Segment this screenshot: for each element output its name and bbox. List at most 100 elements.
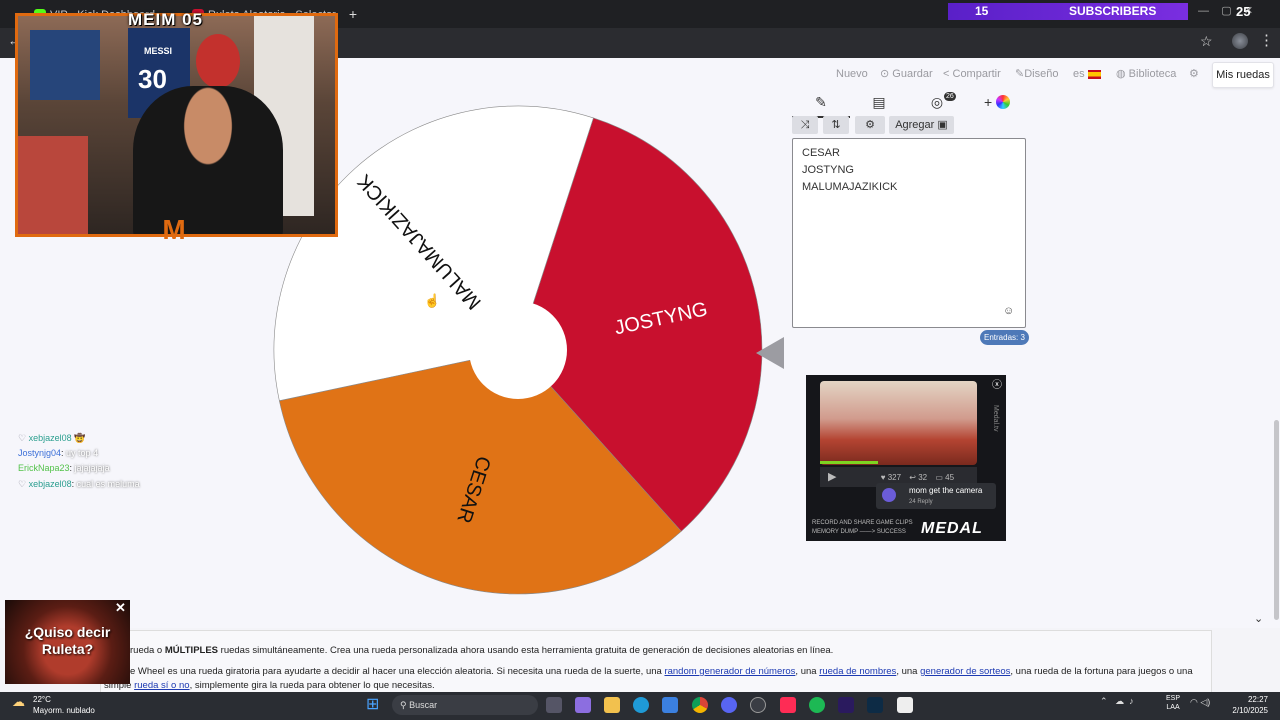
link-raffle-generator[interactable]: generador de sorteos [920, 666, 1010, 677]
new-tab-button[interactable]: + [344, 4, 362, 24]
tab-results[interactable]: ▤ 26 [850, 88, 956, 116]
chevron-down-icon[interactable]: ⌄ [1254, 612, 1263, 625]
ad-tagline-1: RECORD AND SHARE GAME CLIPS [812, 520, 913, 526]
page-scrollbar[interactable] [1274, 420, 1279, 620]
nuevo-button[interactable]: Nuevo [836, 68, 868, 80]
promo-text: ¿Quiso decir Ruleta? [24, 624, 111, 657]
profile-avatar[interactable] [1232, 33, 1248, 49]
photoshop-icon[interactable] [867, 697, 883, 713]
cloud-sync-icon: ☁ [1115, 696, 1125, 706]
advanced-settings-button[interactable]: ⚙ [855, 116, 885, 134]
jersey-name: MESSI [144, 46, 173, 56]
copilot-icon[interactable] [575, 697, 591, 713]
pencil-icon: ✎ [815, 94, 827, 110]
settings-gear-icon[interactable]: ⚙ [1189, 68, 1199, 80]
entries-count-badge: Entradas: 3 [980, 330, 1029, 345]
plus-icon: + [983, 94, 993, 110]
wheel-center[interactable] [469, 301, 567, 399]
link-yes-no-wheel[interactable]: rueda sí o no [134, 680, 189, 691]
chat-text: uy top 4 [66, 448, 99, 458]
comments-count: 45 [945, 473, 955, 482]
ad-progress-bar [820, 461, 878, 464]
add-image-button[interactable]: Agregar ▣ [889, 116, 954, 134]
play-icon[interactable]: ▶ [828, 471, 836, 483]
eye-slash-icon: ◎ [930, 94, 944, 110]
commenter-avatar [882, 488, 896, 502]
subscriber-goal-bar: 15 SUBSCRIBERS [948, 3, 1188, 20]
premiere-icon[interactable] [838, 697, 854, 713]
biblioteca-button[interactable]: ◍ Biblioteca [1116, 68, 1176, 80]
gear-icon: ⚙ [865, 119, 875, 131]
taskbar-search[interactable]: ⚲ Buscar [392, 695, 538, 715]
input-language[interactable]: ESP LAA [1166, 694, 1180, 712]
ad-close-icon[interactable]: ⓧ [992, 376, 1002, 391]
edge-icon[interactable] [633, 697, 649, 713]
chat-message: ErickNapa23: jajajajaja [18, 463, 110, 473]
subscriber-label: SUBSCRIBERS [1069, 4, 1157, 18]
add-image-label: Agregar [895, 119, 935, 131]
redbull-poster [196, 34, 240, 88]
chat-message: ♡ xebjazel08: cual es meluma [18, 479, 140, 489]
taskbar-clock[interactable]: 22:27 2/10/2025 [1228, 694, 1268, 716]
webcam-overlay: MESSI 30 [15, 13, 338, 237]
cam-title: MEIM 05 [128, 10, 204, 29]
task-view-icon[interactable] [546, 697, 562, 713]
compartir-button[interactable]: < Compartir [943, 68, 1001, 80]
spain-flag-icon [1087, 69, 1101, 79]
weather-temp: 22°C [33, 695, 51, 704]
chevron-up-icon: ⌃ [1100, 696, 1108, 706]
spotify-icon[interactable] [809, 697, 825, 713]
obs-icon[interactable] [750, 697, 766, 713]
roulette-promo[interactable]: ¿Quiso decir Ruleta? ✕ [5, 600, 130, 684]
diseno-button[interactable]: ✎Diseño [1015, 68, 1058, 80]
emoji-picker-icon[interactable]: ☺ [1003, 305, 1014, 317]
tab-add-color[interactable]: + [968, 88, 1026, 116]
guardar-button[interactable]: ⊙ Guardar [880, 68, 933, 80]
link-random-numbers[interactable]: random generador de números [664, 666, 795, 677]
ad-tagline-2: MEMORY DUMP ——> SUCCESS [812, 529, 906, 535]
network-volume-icons[interactable]: ◠ ◁) [1190, 697, 1210, 708]
browser-menu-icon[interactable]: ⋮ [1259, 31, 1274, 49]
medal-ad[interactable]: ▶ ♥ 327 ↩ 32 ▭ 45 mom get the camera 24 … [806, 375, 1006, 541]
gaming-chair [18, 136, 88, 234]
file-explorer-icon[interactable] [604, 697, 620, 713]
discord-icon[interactable] [721, 697, 737, 713]
chat-badge-icon: ♡ [18, 433, 27, 443]
sort-button[interactable]: ⇅ [823, 116, 849, 134]
heart-icon: ♥ [880, 473, 886, 482]
weather-widget[interactable]: ☁ 22°C Mayorm. nublado [12, 694, 95, 716]
store-icon[interactable] [662, 697, 678, 713]
likes-count: 327 [887, 473, 902, 482]
streaming-app-icon[interactable] [897, 697, 913, 713]
desc-text: ruedas simultáneamente. Crea una rueda p… [220, 645, 834, 656]
promo-close-icon[interactable]: ✕ [115, 600, 126, 616]
reply-icon: ↩ [909, 473, 916, 482]
lang-bottom: LAA [1166, 704, 1180, 711]
spin-wheel[interactable]: JOSTYNGCESARMALUMAJAZIKICK [272, 104, 764, 596]
share-icon: < [943, 68, 950, 80]
shuffle-button[interactable]: ⤨ [792, 116, 818, 134]
tab-edit[interactable]: ✎ [792, 88, 850, 118]
chrome-icon[interactable] [692, 697, 708, 713]
sort-icon: ⇅ [831, 119, 841, 131]
tiktok-icon[interactable] [780, 697, 796, 713]
chat-username: ErickNapa23 [18, 463, 70, 473]
link-name-wheel[interactable]: rueda de nombres [819, 666, 896, 677]
search-icon: ⚲ [400, 700, 407, 710]
subscriber-goal: 25 [1236, 4, 1251, 19]
clock-date: 2/10/2025 [1232, 706, 1268, 715]
comment-icon: ▭ [935, 473, 943, 482]
tab-hide[interactable]: ◎ [908, 88, 966, 116]
clock-time: 22:27 [1247, 695, 1268, 704]
system-tray[interactable]: ⌃ ☁ ♪ [1100, 696, 1134, 707]
bookmark-star-icon[interactable]: ☆ [1200, 33, 1213, 50]
entries-textarea[interactable]: CESAR JOSTYNG MALUMAJAZIKICK [792, 138, 1026, 328]
language-label: es [1073, 68, 1085, 80]
chat-username: Jostynjg04 [18, 448, 62, 458]
windows-start-icon[interactable]: ⊞ [366, 694, 379, 714]
ad-video-thumbnail[interactable] [820, 381, 977, 465]
diseno-label: Diseño [1024, 68, 1059, 80]
language-selector[interactable]: es [1073, 68, 1101, 80]
chat-message: ♡ xebjazel08 🤠 [18, 432, 85, 444]
mis-ruedas-button[interactable]: Mis ruedas [1212, 62, 1274, 88]
